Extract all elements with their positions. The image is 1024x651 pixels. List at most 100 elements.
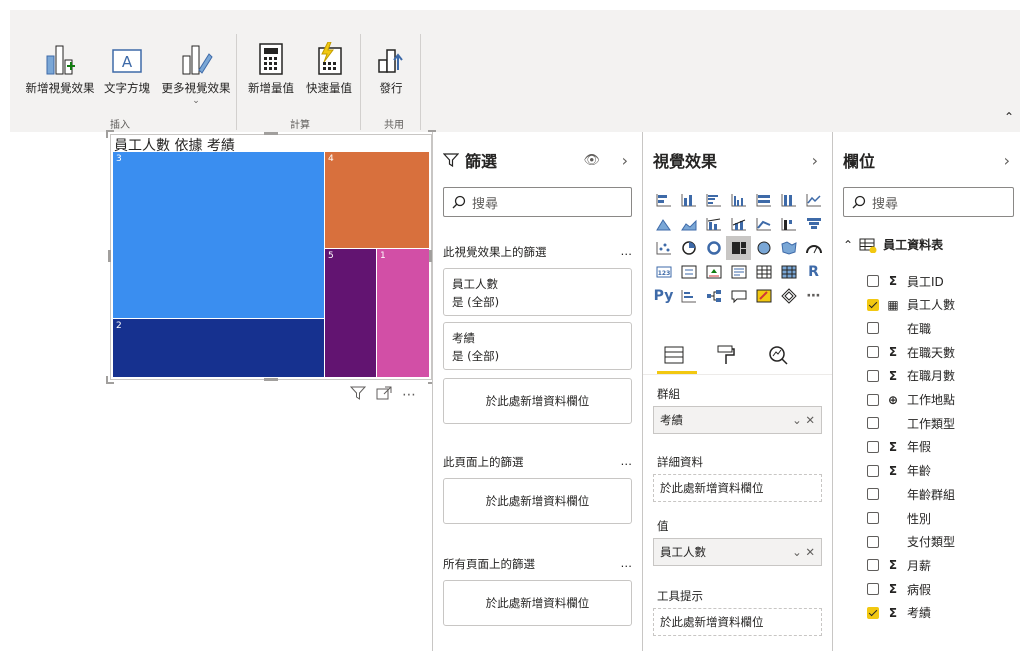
fields-tab-icon[interactable] [663, 345, 685, 368]
treemap-chart[interactable]: 3 2 4 5 1 [113, 152, 429, 377]
eye-icon[interactable]: 👁 [583, 153, 600, 168]
field-checkbox[interactable] [867, 298, 879, 311]
field-checkbox[interactable] [867, 440, 879, 453]
collapse-ribbon-icon[interactable]: ⌃ [1004, 110, 1014, 124]
field-checkbox[interactable] [867, 393, 879, 406]
focus-mode-icon[interactable] [376, 386, 392, 403]
stacked-area-icon[interactable] [676, 212, 701, 236]
field-checkbox[interactable] [867, 559, 879, 572]
chevron-right-icon[interactable]: › [812, 151, 818, 170]
pie-chart-icon[interactable] [676, 236, 701, 260]
area-chart-icon[interactable] [651, 212, 676, 236]
field-checkbox[interactable] [867, 512, 879, 524]
chevron-up-icon[interactable]: ⌃ [843, 238, 853, 252]
100-stacked-column-icon[interactable] [776, 188, 801, 212]
add-field-drop-zone[interactable]: 於此處新增資料欄位 [443, 580, 632, 626]
waterfall-icon[interactable] [776, 212, 801, 236]
multi-row-card-icon[interactable] [676, 260, 701, 284]
gauge-icon[interactable] [801, 236, 826, 260]
treemap-icon[interactable] [726, 236, 751, 260]
field-item[interactable]: 性別 [867, 507, 931, 529]
field-item[interactable]: Σ 考績 [867, 602, 931, 624]
field-checkbox[interactable] [867, 346, 879, 359]
field-item[interactable]: Σ 在職天數 [867, 341, 955, 363]
clustered-bar-icon[interactable] [701, 188, 726, 212]
field-checkbox[interactable] [867, 322, 879, 335]
chevron-right-icon[interactable]: › [622, 151, 628, 170]
kpi-icon[interactable] [701, 260, 726, 284]
more-visuals-button[interactable]: 更多視覺效果 ⌄ [146, 36, 246, 106]
line-chart-icon[interactable] [801, 188, 826, 212]
close-icon[interactable]: ✕ [805, 413, 815, 427]
chevron-down-icon[interactable]: ⌄ [146, 96, 246, 106]
field-checkbox[interactable] [867, 464, 879, 477]
field-checkbox[interactable] [867, 369, 879, 382]
chevron-down-icon[interactable]: ⌄ [792, 413, 802, 427]
treemap-tile-4[interactable]: 4 [325, 152, 429, 248]
more-options-icon[interactable]: … [621, 556, 633, 572]
field-item[interactable]: 工作類型 [867, 412, 955, 434]
field-item[interactable]: Σ 病假 [867, 578, 931, 600]
group-well[interactable]: 考績 ⌄ ✕ [653, 406, 822, 434]
treemap-tile-2[interactable]: 2 [113, 319, 324, 377]
publish-button[interactable]: 發行 [366, 36, 416, 96]
paginated-report-icon[interactable] [776, 284, 801, 308]
more-options-icon[interactable]: ⋯ [402, 387, 416, 403]
filter-icon[interactable] [349, 386, 367, 403]
r-script-icon[interactable]: R [801, 260, 826, 284]
donut-chart-icon[interactable] [701, 236, 726, 260]
more-options-icon[interactable]: … [621, 244, 633, 260]
field-checkbox[interactable] [867, 275, 879, 287]
treemap-tile-1[interactable]: 1 [377, 249, 429, 377]
field-item[interactable]: 在職 [867, 317, 931, 339]
quick-measure-button[interactable]: 快速量值 [294, 36, 364, 96]
resize-handle[interactable] [106, 376, 114, 384]
filters-search-input[interactable]: 搜尋 [443, 187, 632, 217]
scatter-icon[interactable] [651, 236, 676, 260]
key-influencers-icon[interactable] [676, 284, 701, 308]
chevron-down-icon[interactable]: ⌄ [792, 545, 802, 559]
filter-card[interactable]: 考績 是 (全部) [443, 322, 632, 370]
line-clustered-column-icon[interactable] [701, 212, 726, 236]
field-checkbox[interactable] [867, 488, 879, 501]
more-visuals-icon[interactable]: ⋯ [801, 284, 826, 308]
decomposition-tree-icon[interactable] [701, 284, 726, 308]
close-icon[interactable]: ✕ [805, 545, 815, 559]
slicer-icon[interactable] [726, 260, 751, 284]
field-item[interactable]: Σ 年假 [867, 436, 931, 458]
field-item[interactable]: Σ 年齡 [867, 460, 931, 482]
filled-map-icon[interactable] [776, 236, 801, 260]
smart-narrative-icon[interactable] [751, 284, 776, 308]
field-checkbox[interactable] [867, 583, 879, 596]
chevron-right-icon[interactable]: › [1004, 151, 1010, 170]
funnel-icon[interactable] [801, 212, 826, 236]
more-options-icon[interactable]: … [621, 454, 633, 470]
field-item[interactable]: Σ 月薪 [867, 554, 931, 576]
field-item[interactable]: 支付類型 [867, 531, 955, 553]
tooltips-well[interactable]: 於此處新增資料欄位 [653, 608, 822, 636]
add-field-drop-zone[interactable]: 於此處新增資料欄位 [443, 378, 632, 424]
stacked-bar-icon[interactable] [651, 188, 676, 212]
format-paint-roller-icon[interactable] [715, 344, 737, 369]
treemap-tile-3[interactable]: 3 [113, 152, 324, 318]
field-item[interactable]: Σ 在職月數 [867, 365, 955, 387]
python-script-icon[interactable]: Py [651, 284, 676, 308]
resize-handle[interactable] [264, 378, 278, 381]
treemap-tile-5[interactable]: 5 [325, 249, 376, 377]
resize-handle[interactable] [106, 130, 114, 138]
analytics-magnifier-icon[interactable] [767, 344, 789, 369]
resize-handle[interactable] [264, 132, 278, 135]
fields-search-input[interactable]: 搜尋 [843, 187, 1014, 217]
field-checkbox[interactable] [867, 606, 879, 619]
qa-icon[interactable] [726, 284, 751, 308]
add-field-drop-zone[interactable]: 於此處新增資料欄位 [443, 478, 632, 524]
ribbon-chart-icon[interactable] [751, 212, 776, 236]
line-stacked-column-icon[interactable] [726, 212, 751, 236]
stacked-column-icon[interactable] [676, 188, 701, 212]
filter-card[interactable]: 員工人數 是 (全部) [443, 268, 632, 316]
field-checkbox[interactable] [867, 417, 879, 430]
field-table-node[interactable]: ⌃ 員工資料表 [843, 236, 943, 253]
clustered-column-icon[interactable] [726, 188, 751, 212]
field-item[interactable]: Σ 員工ID [867, 270, 944, 292]
field-item[interactable]: ⊕ 工作地點 [867, 389, 955, 411]
